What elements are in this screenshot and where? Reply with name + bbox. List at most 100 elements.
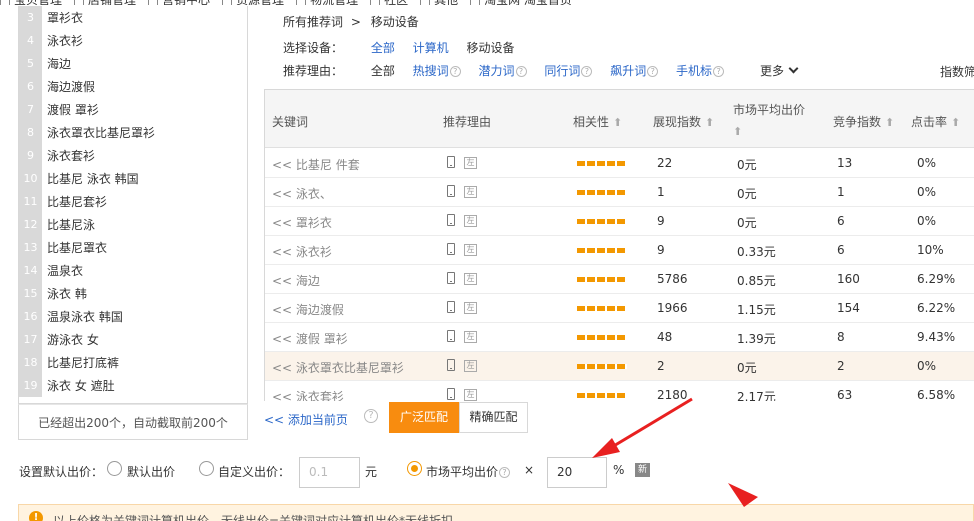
- cell-keyword[interactable]: << 罩衫衣: [272, 214, 332, 231]
- device-option-mobile[interactable]: 移动设备: [467, 39, 515, 56]
- cell-keyword[interactable]: << 渡假 罩衫: [272, 330, 348, 347]
- top-menu-item[interactable]: 店铺管理: [74, 0, 136, 5]
- top-menu-item[interactable]: 物流管理: [296, 0, 358, 5]
- table-row[interactable]: << 泳衣罩衣比基尼罩衫 左 2 0元 2 0%: [265, 352, 974, 381]
- top-menu-item[interactable]: 货源管理: [222, 0, 284, 5]
- default-bid-option-label[interactable]: 默认出价: [127, 463, 175, 480]
- help-icon[interactable]: ?: [515, 66, 527, 77]
- device-option-pc[interactable]: 计算机: [413, 39, 449, 56]
- cell-keyword[interactable]: << 海边渡假: [272, 301, 344, 318]
- help-icon[interactable]: ?: [713, 66, 725, 77]
- pc-icon: 左: [464, 360, 477, 372]
- add-current-page-link[interactable]: << 添加当前页: [264, 411, 348, 428]
- cell-competition: 8: [837, 330, 845, 344]
- help-icon[interactable]: ?: [364, 409, 378, 423]
- reason-option-all[interactable]: 全部: [371, 62, 395, 79]
- header-impressions[interactable]: 展现指数 ⬆: [653, 113, 714, 130]
- cell-avg-bid: 1.39元: [737, 332, 776, 346]
- list-item[interactable]: 6 海边渡假: [19, 75, 247, 98]
- cell-competition: 2: [837, 359, 845, 373]
- cell-keyword[interactable]: << 泳衣罩衣比基尼罩衫: [272, 359, 404, 376]
- list-item-number: 9: [19, 144, 42, 167]
- table-row[interactable]: << 泳衣套衫 左 2180 2.17元 63 6.58%: [265, 381, 974, 401]
- help-icon[interactable]: ?: [499, 467, 511, 478]
- list-item[interactable]: 13 比基尼罩衣: [19, 236, 247, 259]
- list-item[interactable]: 5 海边: [19, 52, 247, 75]
- cell-impressions: 9: [657, 214, 665, 228]
- help-icon[interactable]: ?: [581, 66, 593, 77]
- cell-keyword[interactable]: << 泳衣衫: [272, 243, 332, 260]
- keyword-list[interactable]: 3 罩衫衣 4 泳衣衫 5 海边 6 海边渡假 7 渡假 罩衫 8 泳衣罩衣比基尼罩衫 9 泳衣套衫 10 比…: [19, 6, 247, 398]
- table-row[interactable]: << 泳衣、 左 1 0元 1 0%: [265, 178, 974, 207]
- sort-arrow-icon[interactable]: ⬆: [885, 116, 894, 129]
- custom-bid-radio[interactable]: [199, 461, 214, 476]
- cell-keyword[interactable]: << 海边: [272, 272, 320, 289]
- list-item[interactable]: 11 比基尼套衫: [19, 190, 247, 213]
- header-avg-bid[interactable]: 市场平均出价 ⬆: [733, 101, 805, 138]
- exact-match-button[interactable]: 精确匹配: [459, 402, 528, 433]
- reason-option-peer[interactable]: 同行词?: [544, 62, 593, 79]
- table-row[interactable]: << 比基尼 件套 左 22 0元 13 0%: [265, 149, 974, 178]
- help-icon[interactable]: ?: [449, 66, 461, 77]
- reason-option-hot[interactable]: 热搜词?: [413, 62, 461, 79]
- list-item[interactable]: 12 比基尼泳: [19, 213, 247, 236]
- sort-arrow-icon[interactable]: ⬆: [613, 116, 622, 129]
- list-item[interactable]: 15 泳衣 韩: [19, 282, 247, 305]
- keyword-table: 关键词 推荐理由 相关性 ⬆ 展现指数 ⬆ 市场平均出价 ⬆ 竞争指数 ⬆ 点击率 ⬆ <…: [264, 89, 974, 401]
- cell-keyword[interactable]: << 泳衣套衫: [272, 388, 344, 401]
- header-keyword: 关键词: [272, 115, 309, 129]
- top-menu-item[interactable]: 社区: [370, 0, 408, 5]
- list-item[interactable]: 9 泳衣套衫: [19, 144, 247, 167]
- top-menu-item[interactable]: 其他: [420, 0, 458, 5]
- header-competition[interactable]: 竞争指数 ⬆: [833, 113, 894, 130]
- market-bid-option[interactable]: 市场平均出价?: [426, 463, 511, 480]
- list-item[interactable]: 16 温泉泳衣 韩国: [19, 305, 247, 328]
- sort-arrow-icon[interactable]: ⬆: [733, 125, 742, 138]
- reason-option-peer-label: 同行词: [544, 64, 581, 78]
- cell-impressions: 22: [657, 156, 673, 170]
- table-row[interactable]: << 海边 左 5786 0.85元 160 6.29%: [265, 265, 974, 294]
- reason-option-potential[interactable]: 潜力词?: [479, 62, 527, 79]
- list-item[interactable]: 19 泳衣 女 遮肚: [19, 374, 247, 397]
- pc-icon: 左: [464, 244, 477, 256]
- table-row[interactable]: << 海边渡假 左 1966 1.15元 154 6.22%: [265, 294, 974, 323]
- more-filters-button[interactable]: 更多: [760, 62, 799, 79]
- reason-option-mobile-tag[interactable]: 手机标?: [676, 62, 725, 79]
- list-item-number: 10: [19, 167, 42, 190]
- header-ctr[interactable]: 点击率 ⬆: [911, 113, 960, 130]
- list-item[interactable]: 4 泳衣衫: [19, 29, 247, 52]
- sort-arrow-icon[interactable]: ⬆: [705, 116, 714, 129]
- cell-keyword[interactable]: << 比基尼 件套: [272, 156, 360, 173]
- index-filter-label[interactable]: 指数筛: [940, 63, 974, 80]
- list-item[interactable]: 17 游泳衣 女: [19, 328, 247, 351]
- list-item[interactable]: 3 罩衫衣: [19, 6, 247, 29]
- reason-option-rising[interactable]: 飙升词?: [610, 62, 659, 79]
- list-item[interactable]: 8 泳衣罩衣比基尼罩衫: [19, 121, 247, 144]
- top-menu-item[interactable]: 营销中心: [148, 0, 210, 5]
- sort-arrow-icon[interactable]: ⬆: [951, 116, 960, 129]
- breadcrumb: 所有推荐词 > 移动设备: [283, 13, 419, 30]
- list-item[interactable]: 10 比基尼 泳衣 韩国: [19, 167, 247, 190]
- custom-price-input[interactable]: 0.1: [299, 457, 360, 488]
- device-option-all[interactable]: 全部: [371, 39, 395, 56]
- top-menu-item[interactable]: 淘宝网 淘宝首页: [470, 0, 572, 5]
- help-icon[interactable]: ?: [647, 66, 659, 77]
- table-row[interactable]: << 罩衫衣 左 9 0元 6 0%: [265, 207, 974, 236]
- header-relevance[interactable]: 相关性 ⬆: [573, 113, 622, 130]
- list-item[interactable]: 14 温泉衣: [19, 259, 247, 282]
- table-row[interactable]: << 渡假 罩衫 左 48 1.39元 8 9.43%: [265, 323, 974, 352]
- broad-match-button[interactable]: 广泛匹配: [389, 402, 459, 433]
- cell-keyword[interactable]: << 泳衣、: [272, 185, 332, 202]
- warning-text: 以上价格为关键词计算机出价，无线出价=关键词对应计算机出价*无线折扣: [53, 514, 454, 521]
- table-row[interactable]: << 泳衣衫 左 9 0.33元 6 10%: [265, 236, 974, 265]
- list-item-number: 8: [19, 121, 42, 144]
- top-menu-item[interactable]: 宝贝管理: [0, 0, 62, 5]
- list-item[interactable]: 18 比基尼打底裤: [19, 351, 247, 374]
- top-menu-item-label: 宝贝管理: [14, 0, 62, 5]
- custom-bid-option-label[interactable]: 自定义出价：: [218, 463, 290, 480]
- percent-input[interactable]: 20: [547, 457, 607, 488]
- default-bid-radio[interactable]: [107, 461, 122, 476]
- breadcrumb-root[interactable]: 所有推荐词: [283, 15, 343, 29]
- market-bid-radio[interactable]: [407, 461, 422, 476]
- list-item[interactable]: 7 渡假 罩衫: [19, 98, 247, 121]
